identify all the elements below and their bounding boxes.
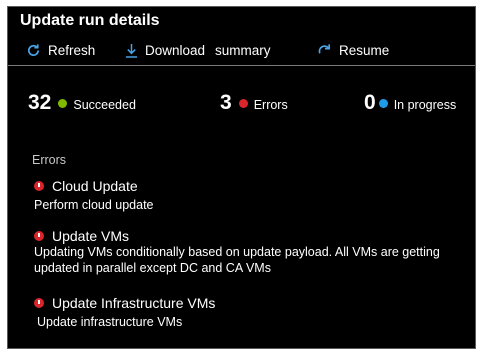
error-description: Update infrastructure VMs (37, 315, 183, 329)
error-icon (34, 298, 44, 308)
error-item: Cloud Update Perform cloud update (34, 178, 474, 213)
resume-button[interactable]: Resume (317, 40, 389, 60)
error-item: Update Infrastructure VMs Update infrast… (34, 295, 474, 330)
download-summary-button[interactable]: Download summary (125, 40, 271, 60)
succeeded-stat: 32 Succeeded (28, 91, 136, 115)
error-description: Perform cloud update (34, 198, 154, 212)
refresh-icon (28, 43, 40, 56)
resume-icon (318, 43, 331, 54)
succeeded-count: 32 (28, 91, 52, 114)
error-title: Update VMs (52, 228, 130, 244)
toolbar: Refresh Download summary Resume (8, 40, 475, 62)
error-title: Update Infrastructure VMs (52, 295, 216, 311)
errors-label: Errors (253, 98, 288, 112)
error-title: Cloud Update (52, 178, 138, 194)
error-description: Updating VMs conditionally based on upda… (34, 245, 440, 275)
download-label: Download (145, 42, 206, 58)
errors-section-heading: Errors (32, 153, 67, 167)
error-icon (34, 181, 44, 191)
toolbar-divider (8, 65, 475, 66)
refresh-label: Refresh (48, 42, 96, 58)
summary-label: summary (215, 42, 271, 58)
error-icon (34, 231, 44, 241)
errors-stat: 3 Errors (220, 91, 288, 115)
in-progress-label: In progress (393, 98, 457, 112)
resume-label: Resume (339, 42, 390, 58)
refresh-button[interactable]: Refresh (26, 40, 95, 60)
errors-count: 3 (220, 91, 232, 114)
progress-dot-icon (378, 99, 388, 108)
panel-title: Update run details (20, 12, 160, 29)
error-item: Update VMs Updating VMs conditionally ba… (34, 228, 474, 276)
download-icon (125, 43, 138, 58)
x-circle-icon (238, 99, 248, 108)
in-progress-stat: 0 In progress (364, 91, 456, 115)
in-progress-count: 0 (364, 91, 376, 114)
update-run-details-panel: Update run details Refresh Download summ… (7, 6, 476, 349)
check-circle-icon (58, 99, 68, 108)
succeeded-label: Succeeded (73, 98, 136, 112)
